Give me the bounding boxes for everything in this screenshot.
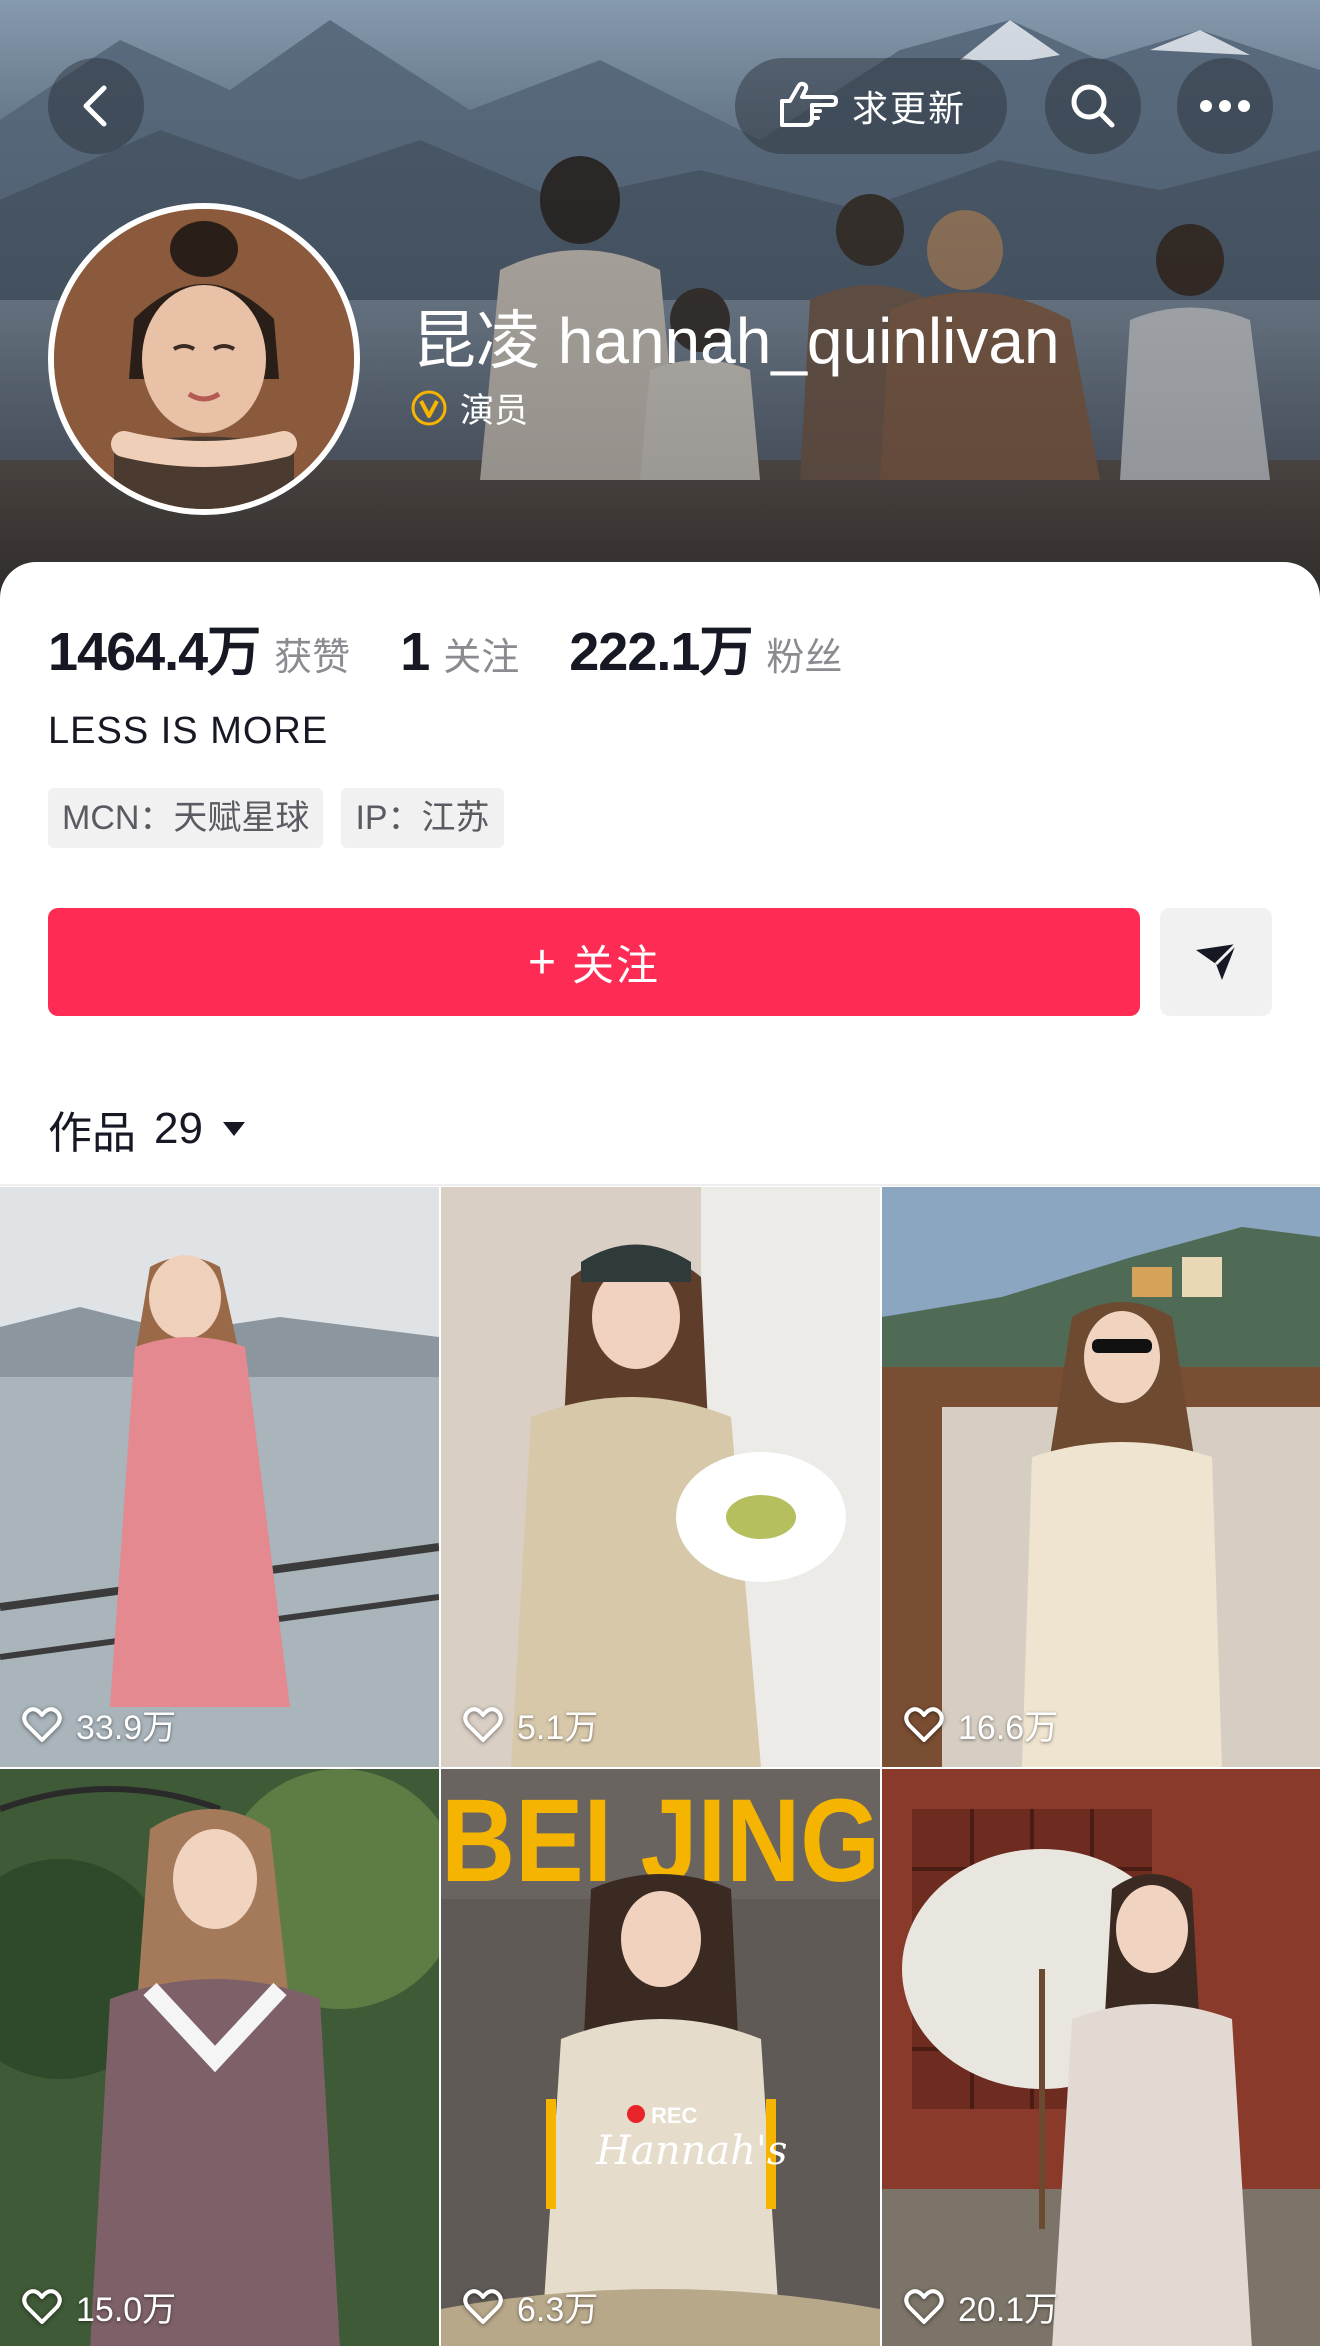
rec-label: REC <box>651 2103 698 2128</box>
back-arrow-icon <box>83 85 107 127</box>
works-count: 29 <box>154 1104 203 1153</box>
like-count-value: 16.6万 <box>958 1709 1059 1747</box>
heart-icon <box>904 2288 944 2324</box>
verified-badge: 演员 <box>410 383 528 432</box>
like-count-value: 20.1万 <box>958 2291 1059 2329</box>
search-icon <box>1071 84 1115 128</box>
works-tab[interactable]: 作品 29 <box>48 1097 247 1161</box>
heart-icon <box>22 2288 62 2324</box>
video-thumbnail[interactable]: BEI JING REC Hannah's 6.3万 <box>441 1769 880 2346</box>
sort-down-triangle-icon <box>222 1122 245 1136</box>
heart-icon <box>904 1706 944 1742</box>
follow-button[interactable]: + 关注 <box>48 908 1140 1016</box>
heart-icon <box>463 2288 503 2324</box>
video-thumbnail[interactable]: 15.0万 <box>0 1769 439 2346</box>
stat-followers[interactable]: 222.1万 粉丝 <box>569 607 842 686</box>
send-message-button[interactable] <box>1160 908 1272 1016</box>
video-garden-clapping-image <box>0 1769 439 2346</box>
stat-label: 粉丝 <box>766 637 843 679</box>
stat-label: 关注 <box>443 637 520 679</box>
plus-icon: + <box>527 935 558 989</box>
divider <box>0 1184 1320 1186</box>
avatar-portrait-image <box>54 209 354 509</box>
ip-location-tag: IP：江苏 <box>341 788 504 848</box>
like-count: 16.6万 <box>904 1700 1058 1749</box>
like-count: 6.3万 <box>463 2282 598 2331</box>
stat-value: 1 <box>400 622 430 682</box>
request-update-label: 求更新 <box>851 88 966 129</box>
series-title-text: Hannah's <box>595 2128 787 2174</box>
follow-label: 关注 <box>572 941 661 989</box>
video-lake-pink-dress-image <box>0 1187 439 1767</box>
video-thumbnail[interactable]: 5.1万 <box>441 1187 880 1767</box>
works-label: 作品 <box>48 1109 136 1158</box>
stat-following[interactable]: 1 关注 <box>400 621 519 683</box>
paper-plane-icon <box>1196 942 1238 980</box>
video-boat-sunglasses-image <box>882 1187 1320 1767</box>
pointing-hand-icon <box>779 81 838 127</box>
stat-value: 1464.4万 <box>48 622 261 682</box>
profile-tags: MCN：天赋星球 IP：江苏 <box>48 788 504 848</box>
profile-card: 1464.4万 获赞 1 关注 222.1万 粉丝 LESS IS MORE M… <box>0 562 1320 2346</box>
verified-v-icon <box>411 390 447 425</box>
like-count-value: 33.9万 <box>76 1709 177 1747</box>
video-thumbnail[interactable]: 33.9万 <box>0 1187 439 1767</box>
like-count: 5.1万 <box>463 1700 598 1749</box>
video-pasta-plate-image <box>441 1187 880 1767</box>
video-beijing-travel-image: BEI JING REC Hannah's <box>441 1769 880 2346</box>
heart-icon <box>463 1706 503 1742</box>
more-button[interactable] <box>1177 58 1273 154</box>
like-count-value: 6.3万 <box>517 2291 599 2329</box>
profile-name: 昆凌 hannah_quinlivan <box>412 305 1060 377</box>
search-button[interactable] <box>1045 58 1141 154</box>
avatar[interactable] <box>48 203 360 515</box>
mcn-tag[interactable]: MCN：天赋星球 <box>48 788 324 848</box>
more-dots-icon <box>1200 100 1250 112</box>
stat-likes: 1464.4万 获赞 <box>48 607 350 686</box>
like-count: 20.1万 <box>904 2282 1058 2331</box>
video-paper-umbrella-image <box>882 1769 1320 2346</box>
request-update-button[interactable]: 求更新 <box>735 58 1007 154</box>
like-count-value: 5.1万 <box>517 1709 599 1747</box>
like-count-value: 15.0万 <box>76 2291 177 2329</box>
stat-label: 获赞 <box>274 637 351 679</box>
stat-value: 222.1万 <box>569 622 753 682</box>
back-button[interactable] <box>48 58 144 154</box>
video-thumbnail[interactable]: 20.1万 <box>882 1769 1320 2346</box>
profile-bio: LESS IS MORE <box>48 710 329 752</box>
profile-stats: 1464.4万 获赞 1 关注 222.1万 粉丝 <box>48 607 892 686</box>
like-count: 33.9万 <box>22 1700 176 1749</box>
verified-label: 演员 <box>460 392 528 430</box>
like-count: 15.0万 <box>22 2282 176 2331</box>
heart-icon <box>22 1706 62 1742</box>
video-thumbnail[interactable]: 16.6万 <box>882 1187 1320 1767</box>
